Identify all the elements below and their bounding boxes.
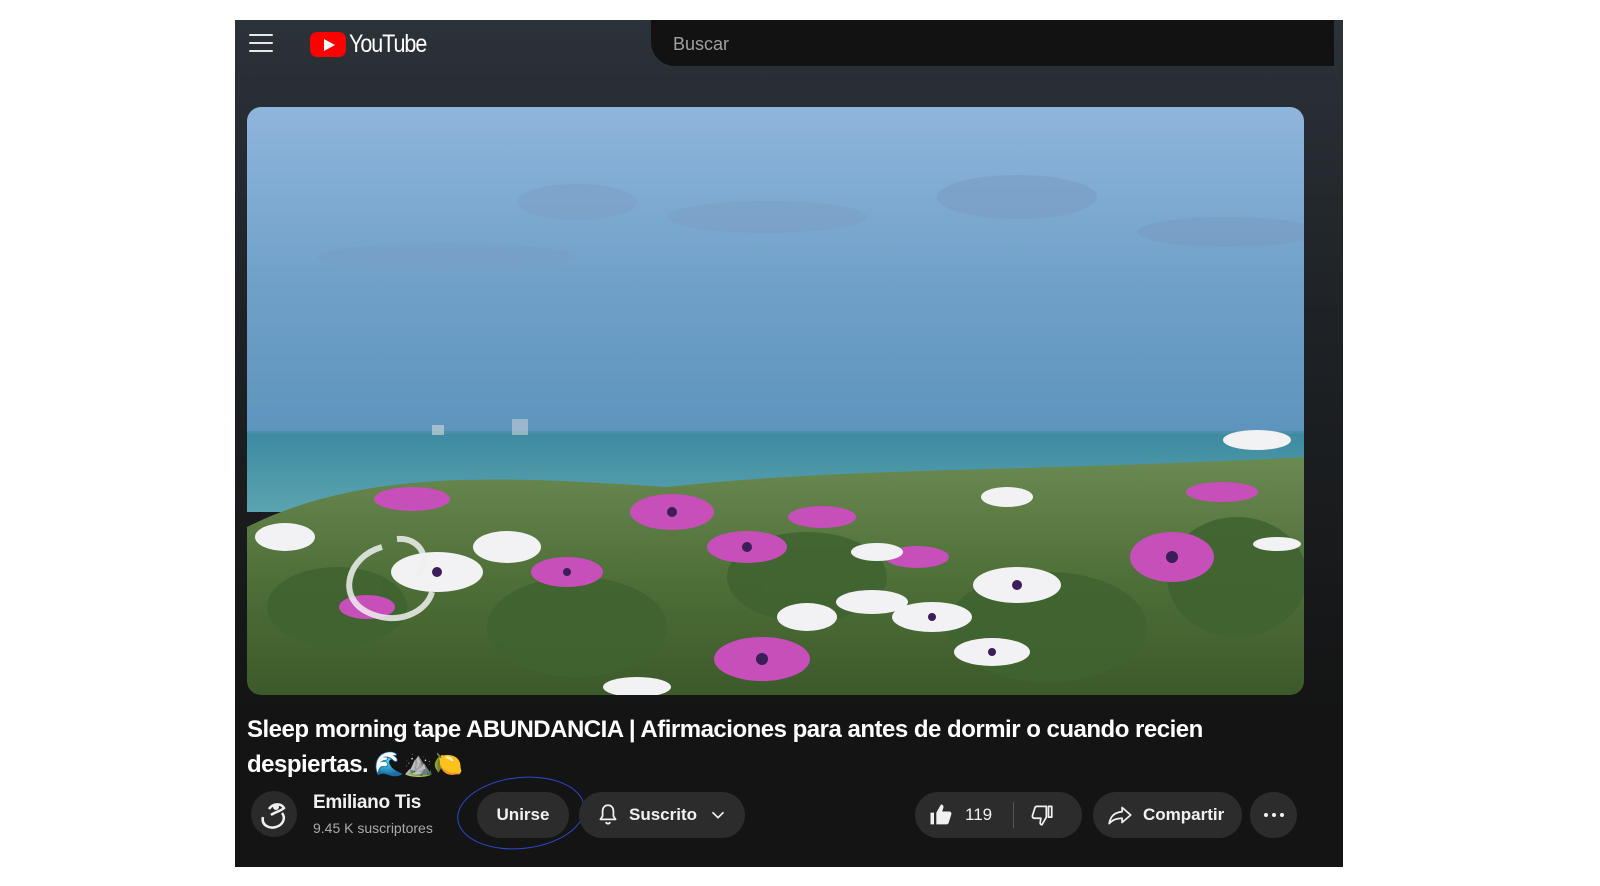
search-box[interactable] xyxy=(651,20,1334,66)
menu-icon[interactable] xyxy=(249,32,277,60)
join-button[interactable]: Unirse xyxy=(477,792,569,838)
video-frame-image xyxy=(247,107,1304,695)
youtube-play-icon xyxy=(310,31,346,57)
subscribed-label: Suscrito xyxy=(629,805,698,824)
channel-name[interactable]: Emiliano Tis xyxy=(313,792,421,814)
search-input[interactable] xyxy=(671,30,1275,58)
like-dislike-group: 119 xyxy=(915,792,1082,838)
subscribed-button[interactable]: Suscrito xyxy=(579,792,745,838)
dislike-button[interactable] xyxy=(1029,792,1069,838)
share-arrow-icon xyxy=(1108,806,1132,825)
share-button[interactable]: Compartir xyxy=(1093,792,1242,838)
channel-avatar[interactable] xyxy=(251,791,297,837)
share-label: Compartir xyxy=(1143,805,1225,824)
chevron-down-icon xyxy=(711,811,725,819)
bell-icon xyxy=(599,804,617,825)
more-horizontal-icon xyxy=(1263,813,1284,817)
masthead: YouTube AR xyxy=(235,20,1343,84)
youtube-watch-page: YouTube AR xyxy=(235,20,1343,867)
video-player[interactable] xyxy=(247,107,1304,695)
thumbs-down-icon xyxy=(1031,805,1053,826)
channel-logo-icon xyxy=(261,803,286,829)
channel-row: Emiliano Tis 9.45 K suscriptores Unirse … xyxy=(247,770,1309,856)
video-title: Sleep morning tape ABUNDANCIA | Afirmaci… xyxy=(247,716,1203,778)
thumbs-up-icon xyxy=(930,804,952,825)
like-count: 119 xyxy=(965,805,993,824)
more-actions-button[interactable] xyxy=(1250,792,1297,838)
like-button[interactable]: 119 xyxy=(927,792,992,838)
youtube-logo[interactable]: YouTube xyxy=(310,28,439,60)
logo-text: YouTube xyxy=(349,29,427,58)
like-divider xyxy=(1013,802,1014,828)
subscriber-count: 9.45 K suscriptores xyxy=(313,820,433,836)
